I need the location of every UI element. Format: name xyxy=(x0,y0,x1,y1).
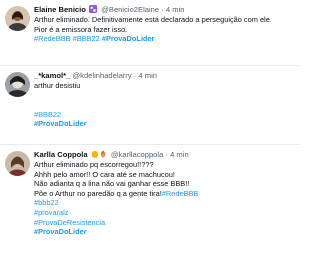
hashtag-link[interactable]: #ProvaDoLider xyxy=(102,34,155,43)
author-name[interactable]: Elaine Benicio xyxy=(34,5,86,14)
hashtag-link[interactable]: #ProvaDeResistencia xyxy=(34,218,296,228)
tweet-timestamp[interactable]: 4 min xyxy=(138,71,157,80)
tweet-text: arthur desistiu #BBB22 #ProvaDoLider xyxy=(34,81,296,129)
hashtag-link[interactable]: #RedeBBB xyxy=(34,34,71,43)
avatar-photo-elaine xyxy=(5,6,30,31)
avatar-kamol[interactable] xyxy=(5,72,30,97)
tweet-text-line: Pior é a emissora fazer isso. xyxy=(34,24,128,34)
author-handle[interactable]: @kdelinhadelarry xyxy=(72,71,131,80)
tweet-text: Arthur eliminado. Definitivamente está d… xyxy=(34,15,296,44)
tweet-timestamp[interactable]: 4 min xyxy=(166,5,185,14)
separator-dot: · xyxy=(161,5,164,14)
tweet-text-line: Põe o Arthur no paredão q a gente tira! xyxy=(34,188,162,198)
author-handle[interactable]: @Benicio2Elaine xyxy=(101,5,159,14)
hashtag-link[interactable]: #bbb22 xyxy=(34,198,296,208)
hashtag-link[interactable]: #RedeBBB xyxy=(162,189,199,198)
tweet-text-line: Não adianta q a lina não vai ganhar esse… xyxy=(34,179,190,189)
tweet-karlla[interactable]: Karlla Coppola @karllacoppola · 4 min Ar… xyxy=(0,146,300,256)
hashtag-link[interactable]: #ProvaDoLider xyxy=(34,227,296,237)
avatar-photo-kamol xyxy=(5,72,30,97)
avatar-karlla[interactable] xyxy=(5,151,30,176)
tweet-header: Karlla Coppola @karllacoppola · 4 min xyxy=(34,150,296,160)
hand-fire-emoji-icon xyxy=(91,150,107,158)
hashtag-link[interactable]: #BBB22 xyxy=(73,34,100,43)
tweet-feed: Elaine Benicio @Benicio2Elaine · 4 min A… xyxy=(0,0,300,256)
hashtag-link[interactable]: #BBB22 xyxy=(34,110,296,120)
tweet-header: Elaine Benicio @Benicio2Elaine · 4 min xyxy=(34,5,296,15)
tweet-kamol[interactable]: _*kamol*_ @kdelinhadelarry · 4 min arthu… xyxy=(0,67,300,145)
tweet-text-line: arthur desistiu xyxy=(34,81,81,90)
avatar-elaine[interactable] xyxy=(5,6,30,31)
tweet-text-line: Ahhh pelo amor!! O cara até se machucou! xyxy=(34,169,175,179)
tweet-header: _*kamol*_ @kdelinhadelarry · 4 min xyxy=(34,71,296,81)
tweet-elaine[interactable]: Elaine Benicio @Benicio2Elaine · 4 min A… xyxy=(0,0,300,66)
separator-dot: · xyxy=(133,71,137,80)
tweet-timestamp[interactable]: 4 min xyxy=(170,150,189,159)
separator-dot: · xyxy=(165,150,168,159)
author-handle[interactable]: @karllacoppola xyxy=(111,150,163,159)
tweet-text: Arthur eliminado pq escorregou!!??? Ahhh… xyxy=(34,160,296,237)
author-name[interactable]: _*kamol*_ xyxy=(34,71,70,80)
hashtag-link[interactable]: #provaralz xyxy=(34,208,296,218)
tweet-text-line: Arthur eliminado pq escorregou!!??? xyxy=(34,160,154,169)
author-name[interactable]: Karlla Coppola xyxy=(34,150,88,159)
purple-shapes-emoji-icon xyxy=(89,5,98,13)
avatar-photo-karlla xyxy=(5,151,30,176)
tweet-text-line: Arthur eliminado. Definitivamente está d… xyxy=(34,15,272,24)
hashtag-link[interactable]: #ProvaDoLider xyxy=(34,119,296,129)
